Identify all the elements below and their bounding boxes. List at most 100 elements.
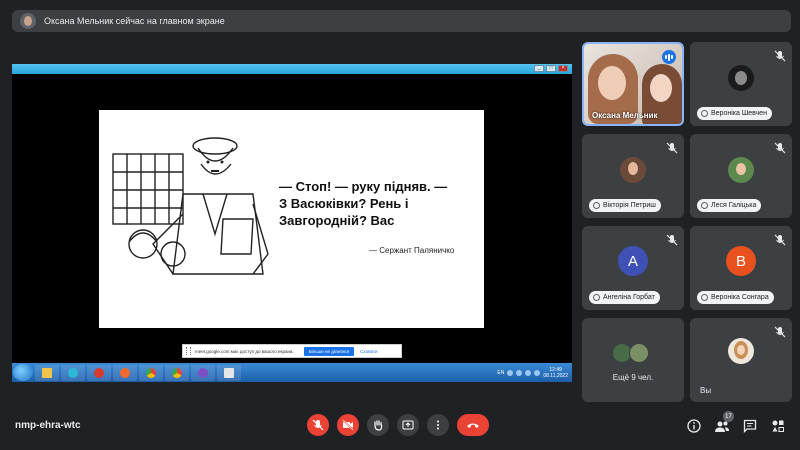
presentation-banner-text: Оксана Мельник сейчас на главном экране (44, 16, 225, 26)
mic-off-icon (312, 419, 324, 431)
media-icon[interactable] (87, 364, 111, 381)
info-icon (687, 419, 701, 433)
quote-line: З Васюківки? Рень і (279, 196, 409, 211)
participant-name-pill: Вероніка Сонгара (697, 291, 774, 304)
stop-sharing-button[interactable]: Більше не ділитися (303, 346, 355, 356)
activities-button[interactable] (770, 418, 786, 434)
explorer-icon[interactable] (35, 364, 59, 381)
people-button[interactable]: 17 (714, 411, 734, 434)
self-label: Вы (700, 386, 712, 395)
chrome-icon[interactable] (139, 364, 163, 381)
shared-screen: _ □ × — Стоп! — руку підняв. — З Васюків… (12, 64, 572, 382)
meet-window: Оксана Мельник сейчас на главном экране … (0, 0, 800, 450)
participant-tile[interactable]: Леся Галіцька (690, 134, 792, 218)
self-avatar (728, 338, 754, 364)
present-screen-button[interactable] (397, 414, 419, 436)
pin-icon (701, 294, 708, 301)
language-indicator[interactable]: EN (497, 370, 504, 376)
more-participants-label: Ещё 9 чел. (612, 373, 654, 382)
mic-toggle-button[interactable] (307, 414, 329, 436)
camera-off-icon (342, 419, 354, 431)
participant-avatar (620, 157, 646, 183)
player-icon[interactable] (217, 364, 241, 381)
participant-name-pill: Вероніка Шевчен (697, 107, 772, 120)
volume-icon[interactable] (534, 369, 541, 376)
mic-off-icon (774, 142, 786, 154)
participant-tile[interactable]: A Ангеліна Горбат (582, 226, 684, 310)
screen-share-notice: meet.google.com має доступ до вашого екр… (182, 344, 402, 358)
speaking-icon (662, 50, 676, 64)
chrome-icon[interactable] (165, 364, 189, 381)
mic-off-icon (774, 234, 786, 246)
start-button[interactable] (13, 364, 33, 381)
call-controls (307, 414, 489, 436)
participant-name: Вероніка Шевчен (711, 110, 767, 117)
maximize-icon: □ (546, 65, 556, 72)
quote-line: Завгородній? Вас (279, 213, 395, 228)
brave-icon[interactable] (113, 364, 137, 381)
leave-call-button[interactable] (457, 414, 489, 436)
participant-avatar-letter: B (726, 246, 756, 276)
mic-off-icon (666, 234, 678, 246)
presentation-banner: Оксана Мельник сейчас на главном экране (12, 10, 791, 32)
participant-tile-presenter[interactable]: Оксана Мельник (582, 42, 684, 126)
activities-icon (772, 420, 784, 432)
more-participants-tile[interactable]: Ещё 9 чел. (582, 318, 684, 402)
edge-icon[interactable] (61, 364, 85, 381)
windows-taskbar: EN 12:49 08.11.2022 (12, 363, 572, 382)
mic-off-icon (666, 142, 678, 154)
participant-name-pill: Леся Галіцька (697, 199, 762, 212)
system-tray: EN 12:49 08.11.2022 (497, 367, 572, 379)
participant-name: Леся Галіцька (711, 202, 757, 209)
window-titlebar: _ □ × (12, 64, 572, 74)
side-panel-controls: 17 (686, 411, 786, 434)
participant-name: Оксана Мельник (592, 111, 658, 120)
chat-button[interactable] (742, 418, 758, 434)
participants-count-badge: 17 (723, 411, 734, 422)
drag-handle[interactable] (186, 347, 191, 355)
slide-author: — Сержант Паляничко (369, 246, 455, 255)
camera-toggle-button[interactable] (337, 414, 359, 436)
sketch-illustration (112, 137, 269, 275)
participant-avatar (728, 157, 754, 183)
quote-line: — Стоп! — руку підняв. — (279, 179, 448, 194)
mic-off-icon (774, 326, 786, 338)
pin-icon (701, 110, 708, 117)
participant-avatar (629, 343, 649, 363)
pin-icon (593, 294, 600, 301)
participant-name: Ангеліна Горбат (603, 294, 655, 301)
presenter-avatar (20, 13, 36, 29)
participant-avatar-letter: A (618, 246, 648, 276)
participant-avatars-group (612, 343, 649, 363)
tray-icon[interactable] (516, 369, 523, 376)
more-options-button[interactable] (427, 414, 449, 436)
participant-tile[interactable]: Вікторія Петриш (582, 134, 684, 218)
more-vert-icon (437, 420, 439, 430)
participant-name: Вероніка Сонгара (711, 294, 769, 301)
hand-icon (374, 420, 383, 431)
network-icon[interactable] (525, 369, 532, 376)
clock-date: 08.11.2022 (543, 372, 568, 379)
tray-icon[interactable] (507, 369, 514, 376)
share-notice-text: meet.google.com має доступ до вашого екр… (195, 348, 294, 354)
hide-button[interactable]: Сховати (360, 349, 377, 354)
present-icon (402, 420, 414, 430)
meeting-details-button[interactable] (686, 418, 702, 434)
pin-icon (593, 202, 600, 209)
participant-name-pill: Вікторія Петриш (589, 199, 661, 212)
participant-tile[interactable]: B Вероніка Сонгара (690, 226, 792, 310)
participant-name-pill: Ангеліна Горбат (589, 291, 660, 304)
mic-off-icon (774, 50, 786, 62)
participant-avatar (728, 65, 754, 91)
self-tile[interactable]: Вы (690, 318, 792, 402)
participant-tile[interactable]: Вероніка Шевчен (690, 42, 792, 126)
chat-icon (743, 419, 757, 433)
participant-name: Вікторія Петриш (603, 202, 656, 209)
pin-icon (701, 202, 708, 209)
slide: — Стоп! — руку підняв. — З Васюківки? Ре… (99, 110, 484, 328)
raise-hand-button[interactable] (367, 414, 389, 436)
minimize-icon: _ (534, 65, 544, 72)
viber-icon[interactable] (191, 364, 215, 381)
slide-quote: — Стоп! — руку підняв. — З Васюківки? Ре… (279, 178, 479, 229)
clock[interactable]: 12:49 08.11.2022 (543, 367, 568, 379)
